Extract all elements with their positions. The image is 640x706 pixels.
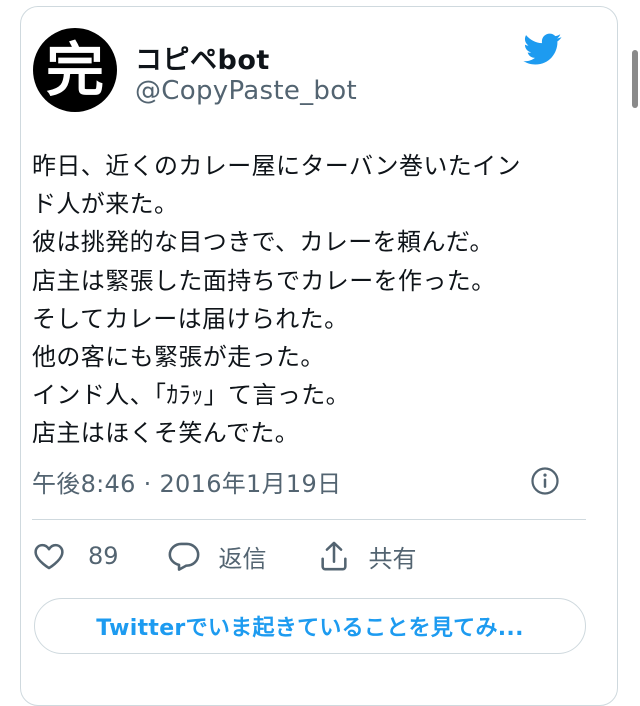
heart-icon — [34, 543, 64, 570]
scrollbar[interactable] — [632, 50, 638, 108]
divider — [32, 519, 586, 520]
share-icon — [320, 541, 347, 571]
info-icon[interactable] — [530, 466, 560, 496]
twitter-bird-icon[interactable] — [520, 30, 566, 68]
reply-label: 返信 — [218, 544, 267, 573]
open-twitter-button[interactable]: Twitterでいま起きていることを見てみ... — [34, 598, 586, 654]
reply-icon — [168, 542, 199, 571]
tweet-line: 店主は緊張した面持ちでカレーを作った。 — [32, 266, 496, 295]
avatar[interactable]: 完 — [33, 28, 117, 112]
tweet-line: 他の客にも緊張が走った。 — [32, 343, 325, 372]
tweet-timestamp[interactable]: 午後8:46 · 2016年1月19日 — [32, 464, 341, 499]
tweet-line: 店主はほくそ笑んでた。 — [32, 419, 300, 448]
reply-button[interactable]: 返信 — [167, 539, 267, 574]
author-display-name[interactable]: コピペbot — [135, 38, 270, 77]
share-button[interactable]: 共有 — [317, 539, 417, 574]
tweet-line: 彼は挑発的な目つきで、カレーを頼んだ。 — [32, 228, 494, 257]
author-handle[interactable]: @CopyPaste_bot — [135, 76, 357, 106]
share-label: 共有 — [368, 544, 417, 573]
tweet-line: そしてカレーは届けられた。 — [32, 304, 349, 333]
tweet-line: インド人、「ｶﾗｯ」て言った。 — [32, 381, 350, 410]
like-button[interactable]: 89 — [32, 539, 119, 573]
action-bar: 89 返信 共有 — [32, 536, 417, 576]
tweet-text: 昨日、近くのカレー屋にターバン巻いたイン ド人が来た。 彼は挑発的な目つきで、カ… — [32, 147, 572, 453]
tweet-line: ド人が来た。 — [32, 190, 179, 219]
like-count: 89 — [88, 542, 119, 570]
avatar-glyph: 完 — [45, 36, 104, 104]
tweet-line: 昨日、近くのカレー屋にターバン巻いたイン — [32, 152, 521, 180]
